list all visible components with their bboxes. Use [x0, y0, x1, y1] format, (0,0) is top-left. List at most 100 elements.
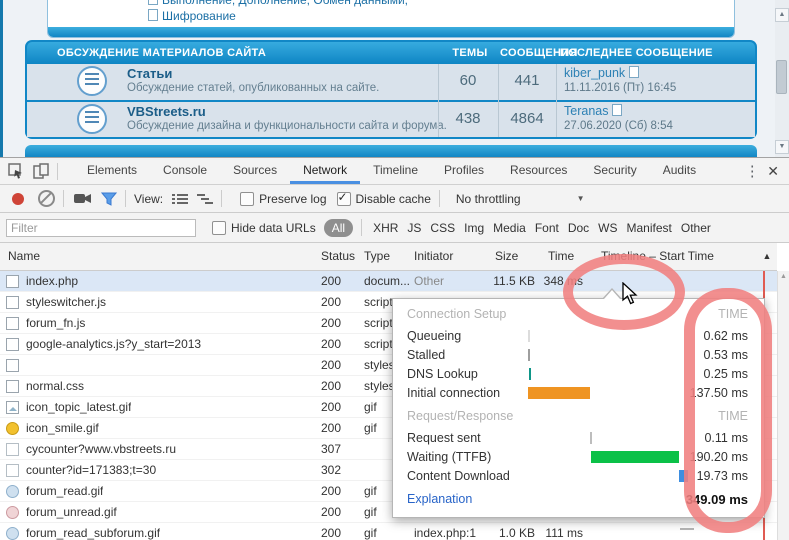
tab-timeline[interactable]: Timeline: [360, 158, 431, 184]
forum-section-title: ОБСУЖДЕНИЕ МАТЕРИАЛОВ САЙТА: [57, 42, 266, 64]
tab-profiles[interactable]: Profiles: [431, 158, 497, 184]
col-posts: СООБЩЕНИЯ: [500, 42, 558, 64]
screenshot-root: Выполнение, Дополнение, Обмен данными, Ш…: [0, 0, 789, 540]
view-waterfall-icon[interactable]: [197, 193, 213, 205]
disable-cache-checkbox[interactable]: [337, 192, 351, 206]
divider: [221, 190, 222, 207]
close-icon[interactable]: ✕: [767, 163, 779, 180]
tab-network[interactable]: Network: [290, 158, 360, 184]
network-toolbar: View: Preserve log Disable cache No thro…: [0, 185, 789, 213]
filter-input[interactable]: [6, 219, 196, 237]
view-label: View:: [134, 192, 163, 206]
tab-sources[interactable]: Sources: [220, 158, 290, 184]
inspect-element-icon[interactable]: [8, 163, 24, 179]
waiting-ttfb-label: Waiting (TTFB): [407, 450, 491, 464]
filter-pill-manifest[interactable]: Manifest: [627, 221, 672, 235]
last-post-user-link[interactable]: Teranas: [564, 104, 626, 118]
record-button[interactable]: [12, 193, 24, 205]
forum-row-articles[interactable]: Статьи Обсуждение статей, опубликованных…: [27, 64, 755, 100]
network-scrollbar[interactable]: ▲: [777, 271, 789, 540]
forum-table-header: ОБСУЖДЕНИЕ МАТЕРИАЛОВ САЙТА ТЕМЫ СООБЩЕН…: [27, 42, 755, 64]
forum-title-link[interactable]: VBStreets.ru: [127, 104, 206, 119]
encryption-link[interactable]: Шифрование: [148, 9, 236, 23]
scroll-down-button[interactable]: ▼: [775, 140, 789, 154]
forum-links-clipped[interactable]: Выполнение, Дополнение, Обмен данными,: [148, 0, 408, 7]
col-header-initiator[interactable]: Initiator: [414, 243, 453, 270]
scrollbar-thumb[interactable]: [776, 60, 787, 94]
view-list-icon[interactable]: [172, 193, 188, 205]
filter-funnel-icon[interactable]: [101, 192, 117, 206]
network-filterbar: Hide data URLs All XHR JS CSS Img Media …: [0, 213, 789, 243]
tab-security[interactable]: Security: [580, 158, 649, 184]
preserve-log-checkbox[interactable]: [240, 192, 254, 206]
divider: [439, 190, 440, 207]
tab-audits[interactable]: Audits: [650, 158, 709, 184]
gif-preview-icon: [6, 485, 19, 498]
topic-list-icon: [77, 104, 107, 134]
tab-resources[interactable]: Resources: [497, 158, 580, 184]
goto-post-icon[interactable]: [612, 104, 622, 116]
document-icon: [6, 359, 19, 372]
page-scrollbar[interactable]: ▲ ▼: [775, 0, 789, 157]
sort-arrow-icon[interactable]: ▲: [758, 243, 776, 270]
col-header-name[interactable]: Name: [8, 243, 40, 270]
col-header-type[interactable]: Type: [364, 243, 390, 270]
document-icon: [6, 275, 19, 288]
forum-row-vbstreets[interactable]: VBStreets.ru Обсуждение дизайна и функци…: [27, 102, 755, 137]
filter-pill-all[interactable]: All: [324, 219, 353, 237]
divider: [125, 190, 126, 207]
scroll-up-button[interactable]: ▲: [775, 8, 789, 22]
col-header-time[interactable]: Time: [548, 243, 574, 270]
initial-connection-label: Initial connection: [407, 386, 500, 400]
col-header-size[interactable]: Size: [495, 243, 518, 270]
annotation-circle-times: [684, 288, 772, 533]
connection-setup-header: Connection Setup: [407, 307, 506, 321]
scroll-up-button[interactable]: ▲: [778, 273, 789, 280]
screenshot-camera-icon[interactable]: [74, 192, 92, 205]
filter-pill-css[interactable]: CSS: [430, 221, 455, 235]
devtools-panel: Elements Console Sources Network Timelin…: [0, 157, 789, 540]
menu-dots-icon[interactable]: ⋮: [743, 162, 761, 180]
forum-title-link[interactable]: Статьи: [127, 66, 172, 81]
col-header-status[interactable]: Status: [321, 243, 355, 270]
tab-console[interactable]: Console: [150, 158, 220, 184]
filter-pill-font[interactable]: Font: [535, 221, 559, 235]
gif-preview-icon: [6, 527, 19, 540]
topic-list-icon: [77, 66, 107, 96]
filter-pill-other[interactable]: Other: [681, 221, 711, 235]
request-sent-label: Request sent: [407, 431, 481, 445]
filter-pill-xhr[interactable]: XHR: [373, 221, 398, 235]
hide-data-urls-checkbox[interactable]: [212, 221, 226, 235]
filter-pill-ws[interactable]: WS: [598, 221, 617, 235]
filter-pill-img[interactable]: Img: [464, 221, 484, 235]
filter-pill-media[interactable]: Media: [493, 221, 526, 235]
clear-icon[interactable]: [38, 190, 55, 207]
forum-description: Обсуждение дизайна и функциональности са…: [127, 120, 447, 132]
request-response-header: Request/Response: [407, 409, 513, 423]
browser-page-area: Выполнение, Дополнение, Обмен данными, Ш…: [0, 0, 789, 157]
last-post-user-link[interactable]: kiber_punk: [564, 66, 643, 80]
forum-description: Обсуждение статей, опубликованных на сай…: [127, 82, 379, 94]
table-row[interactable]: forum_read_subforum.gif 200 gif index.ph…: [0, 523, 777, 540]
document-icon: [6, 317, 19, 330]
devtools-tabbar: Elements Console Sources Network Timelin…: [0, 158, 789, 185]
filter-pill-js[interactable]: JS: [407, 221, 421, 235]
disable-cache-label: Disable cache: [356, 192, 431, 206]
filter-pill-doc[interactable]: Doc: [568, 221, 589, 235]
last-post-date: 27.06.2020 (Сб) 8:54: [564, 120, 673, 132]
preserve-log-label: Preserve log: [259, 192, 326, 206]
page-icon: [148, 9, 158, 21]
chevron-down-icon[interactable]: ▼: [577, 194, 585, 203]
forum-section-partial: Выполнение, Дополнение, Обмен данными, Ш…: [47, 0, 735, 38]
goto-post-icon[interactable]: [629, 66, 639, 78]
smiley-gif-icon: [6, 422, 19, 435]
request-sent-bar: [590, 432, 592, 444]
column-divider: [438, 64, 439, 137]
blank-icon: [6, 464, 19, 477]
forum-discussion-table: ОБСУЖДЕНИЕ МАТЕРИАЛОВ САЙТА ТЕМЫ СООБЩЕН…: [25, 40, 757, 139]
tab-elements[interactable]: Elements: [74, 158, 150, 184]
device-toolbar-icon[interactable]: [33, 163, 49, 179]
throttling-select[interactable]: No throttling: [456, 192, 521, 206]
explanation-link[interactable]: Explanation: [407, 492, 472, 506]
gif-preview-icon: [6, 506, 19, 519]
